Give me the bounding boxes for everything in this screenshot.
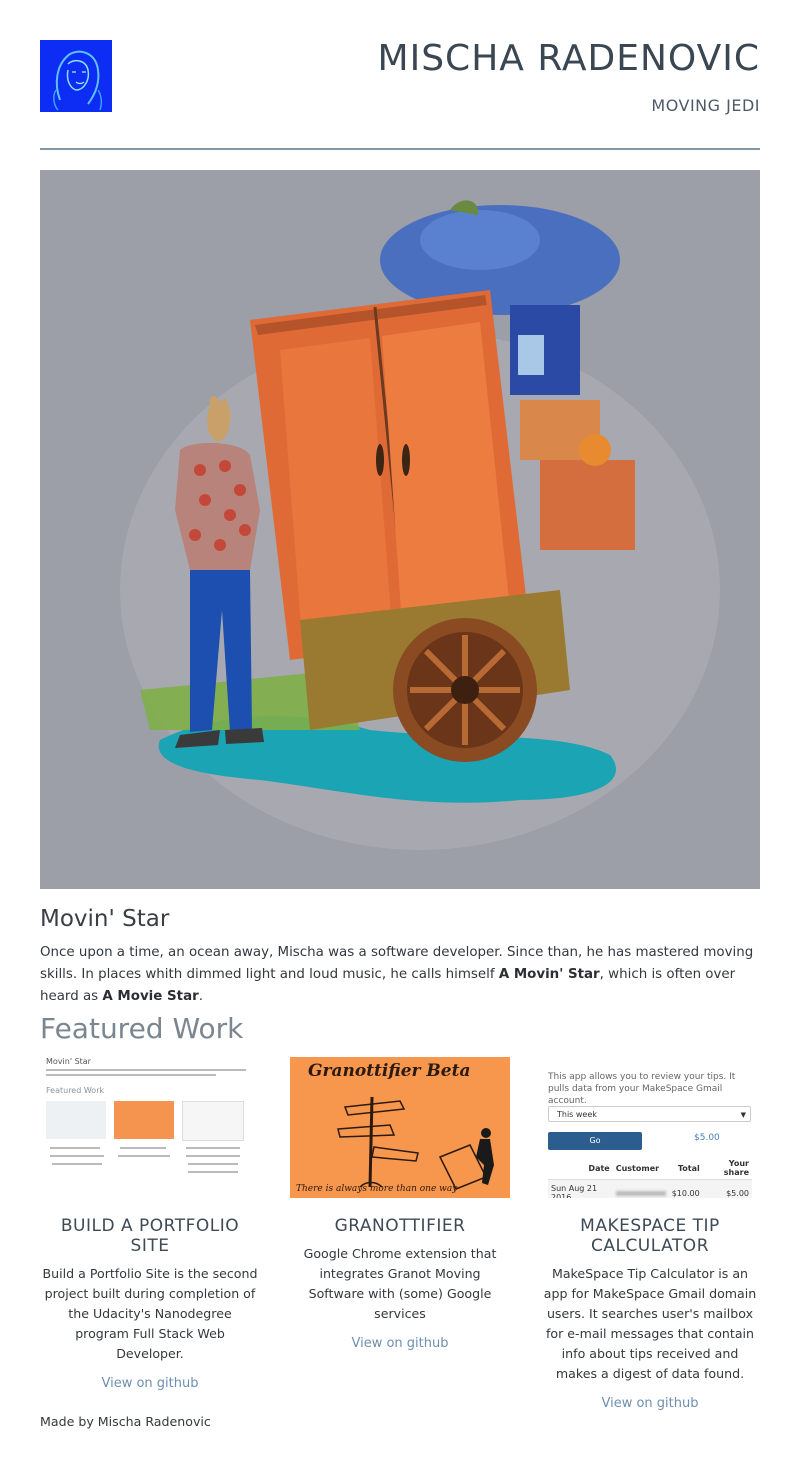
thumb-tips-table: Date Customer Total Your share Sun Aug 2… bbox=[548, 1157, 752, 1198]
site-subtitle: MOVING JEDI bbox=[651, 96, 760, 115]
thumb-text-line bbox=[118, 1155, 170, 1157]
thumb-text-line bbox=[186, 1147, 240, 1149]
signpost-icon bbox=[337, 1096, 494, 1190]
table-row: Sun Aug 21 2016 $10.00 $5.00 bbox=[548, 1179, 752, 1198]
avatar bbox=[40, 40, 112, 112]
thumb-mini-screenshot bbox=[182, 1101, 244, 1141]
blurred-customer-name bbox=[615, 1190, 666, 1196]
avatar-portrait-image bbox=[40, 40, 112, 112]
thumb-heading: Movin' Star bbox=[46, 1057, 91, 1066]
intro-bold-movie-star: A Movie Star bbox=[102, 989, 199, 1004]
work-title: MAKESPACE TIP CALCULATOR bbox=[580, 1216, 720, 1256]
table-header-cell: Date bbox=[548, 1157, 613, 1180]
work-thumbnail-granottifier[interactable]: Granottifier Beta There is always more t… bbox=[290, 1057, 510, 1198]
work-thumbnail-tip-calculator[interactable]: This app allows you to review your tips.… bbox=[540, 1057, 760, 1198]
table-header-cell: Total bbox=[668, 1157, 703, 1180]
hero-image bbox=[40, 170, 760, 889]
table-cell: Sun Aug 21 2016 bbox=[548, 1179, 613, 1198]
thumb-text-line bbox=[50, 1147, 100, 1149]
site-header: MISCHA RADENOVIC MOVING JEDI bbox=[40, 0, 760, 150]
thumb-text-line bbox=[120, 1147, 166, 1149]
table-header-cell: Customer bbox=[612, 1157, 669, 1180]
thumb-text-line bbox=[50, 1155, 104, 1157]
site-title: MISCHA RADENOVIC bbox=[377, 38, 760, 79]
footer-credit: Made by Mischa Radenovic bbox=[40, 1414, 211, 1429]
table-cell-blurred bbox=[612, 1179, 669, 1198]
hero-illustration bbox=[40, 170, 760, 889]
table-cell: $10.00 bbox=[668, 1179, 703, 1198]
table-header-cell: Your share bbox=[702, 1157, 752, 1180]
thumb-tip-intro: This app allows you to review your tips.… bbox=[548, 1072, 736, 1106]
thumb-mini-screenshot bbox=[114, 1101, 174, 1139]
view-on-github-link[interactable]: View on github bbox=[352, 1336, 449, 1351]
work-title: GRANOTTIFIER bbox=[334, 1216, 466, 1236]
featured-heading: Featured Work bbox=[40, 1012, 244, 1045]
thumb-text-line bbox=[188, 1163, 238, 1165]
thumb-go-button: Go bbox=[548, 1132, 642, 1150]
work-item-granottifier: Granottifier Beta There is always more t… bbox=[290, 1057, 510, 1351]
intro-paragraph: Once upon a time, an ocean away, Mischa … bbox=[40, 942, 760, 1008]
chevron-down-icon: ▼ bbox=[740, 1111, 746, 1119]
table-header-row: Date Customer Total Your share bbox=[548, 1157, 752, 1180]
work-item-tip-calculator: This app allows you to review your tips.… bbox=[540, 1057, 760, 1411]
thumb-featured-heading: Featured Work bbox=[46, 1086, 105, 1095]
thumb-granottifier-caption: There is always more than one way bbox=[296, 1184, 458, 1194]
thumb-period-value: This week bbox=[557, 1110, 597, 1119]
work-title: BUILD A PORTFOLIO SITE bbox=[60, 1216, 240, 1256]
intro-bold-movin-star: A Movin' Star bbox=[498, 967, 600, 982]
thumb-period-select: This week ▼ bbox=[548, 1106, 751, 1122]
thumb-text-line bbox=[46, 1074, 216, 1076]
work-item-portfolio: Movin' Star Featured Work BUILD A PORTFO… bbox=[40, 1057, 260, 1391]
view-on-github-link[interactable]: View on github bbox=[602, 1396, 699, 1411]
intro-heading: Movin' Star bbox=[40, 906, 170, 932]
thumb-mini-screenshot bbox=[46, 1101, 106, 1139]
thumb-text-line bbox=[46, 1069, 246, 1071]
work-description: MakeSpace Tip Calculator is an app for M… bbox=[543, 1266, 757, 1381]
work-description: Google Chrome extension that integrates … bbox=[303, 1246, 497, 1321]
work-description: Build a Portfolio Site is the second pro… bbox=[42, 1266, 258, 1361]
view-on-github-link[interactable]: View on github bbox=[102, 1376, 199, 1391]
thumb-text-line bbox=[186, 1155, 240, 1157]
work-thumbnail-portfolio[interactable]: Movin' Star Featured Work bbox=[40, 1057, 260, 1198]
thumb-text-line bbox=[52, 1163, 102, 1165]
intro-text-part: . bbox=[198, 989, 203, 1004]
thumb-text-line bbox=[188, 1171, 238, 1173]
page: MISCHA RADENOVIC MOVING JEDI Movin' Star… bbox=[40, 0, 760, 1429]
thumb-amount: $5.00 bbox=[694, 1133, 720, 1143]
table-cell: $5.00 bbox=[702, 1179, 752, 1198]
